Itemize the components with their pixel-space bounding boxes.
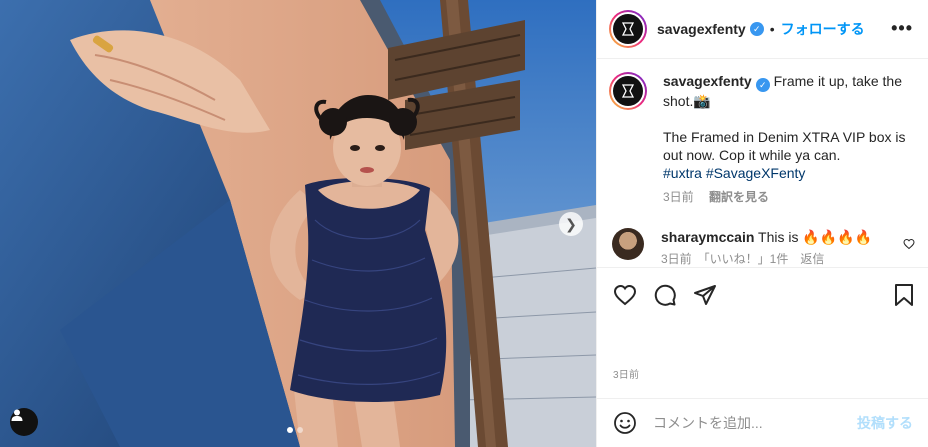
savage-logo-icon: [621, 84, 635, 98]
like-icon[interactable]: [613, 283, 637, 307]
author-avatar[interactable]: [609, 10, 647, 48]
action-bar: [597, 267, 928, 321]
carousel-indicator: [287, 427, 303, 433]
caption-avatar[interactable]: [609, 72, 647, 110]
share-icon[interactable]: [693, 283, 717, 307]
carousel-dot-active: [287, 427, 293, 433]
carousel-dot: [297, 427, 303, 433]
comment-icon[interactable]: [653, 283, 677, 307]
save-bookmark-icon[interactable]: [893, 283, 915, 307]
verified-badge-icon: ✓: [755, 78, 770, 92]
user-tag-icon: [11, 409, 23, 421]
post-header: savagexfenty ✓ • フォローする •••: [597, 0, 928, 59]
camera-emoji: 📸: [693, 93, 711, 109]
chevron-right-icon: ❯: [565, 215, 577, 232]
comment-text: This is 🔥🔥🔥🔥: [758, 229, 873, 245]
hashtag-link[interactable]: #SavageXFenty: [706, 165, 806, 181]
comment-input[interactable]: [653, 415, 843, 431]
author-username[interactable]: savagexfenty: [657, 21, 746, 37]
savage-logo-icon: [621, 22, 635, 36]
post-date[interactable]: 3日前: [613, 366, 639, 381]
commenter-username[interactable]: sharaymccain: [661, 229, 754, 245]
header-separator: •: [769, 21, 775, 37]
post-photo[interactable]: ❯: [0, 0, 596, 447]
post-comment-button[interactable]: 投稿する: [857, 413, 913, 433]
emoji-icon[interactable]: [613, 411, 637, 435]
hashtag-link[interactable]: #uxtra: [663, 165, 702, 181]
verified-badge-icon: ✓: [749, 22, 764, 36]
translate-button[interactable]: 翻訳を見る: [709, 190, 769, 204]
post-photo-illustration: [0, 0, 596, 447]
comments-list[interactable]: savagexfenty ✓ Frame it up, take the shot…: [597, 60, 928, 267]
comment-item: sharaymccain This is 🔥🔥🔥🔥 3日前 「いいね！」1件 返…: [609, 228, 919, 267]
comment-like-icon[interactable]: [903, 238, 915, 250]
more-options-icon[interactable]: •••: [891, 18, 913, 39]
comment-meta[interactable]: 3日前 「いいね！」1件 返信: [661, 250, 872, 267]
caption-line-2: The Framed in Denim XTRA VIP box is out …: [663, 129, 906, 163]
follow-button[interactable]: フォローする: [781, 19, 865, 39]
tagged-users-button[interactable]: [10, 408, 38, 436]
commenter-avatar[interactable]: [612, 228, 644, 260]
carousel-next-button[interactable]: ❯: [559, 212, 583, 236]
caption: savagexfenty ✓ Frame it up, take the shot…: [609, 72, 919, 206]
instagram-post-modal: ❯ savagexfenty ✓ • フォローする ••• savagexfen…: [0, 0, 928, 447]
post-side-panel: savagexfenty ✓ • フォローする ••• savagexfenty…: [596, 0, 928, 447]
caption-username[interactable]: savagexfenty: [663, 73, 752, 89]
add-comment-bar: 投稿する: [597, 398, 928, 447]
caption-time[interactable]: 3日前: [663, 190, 694, 204]
